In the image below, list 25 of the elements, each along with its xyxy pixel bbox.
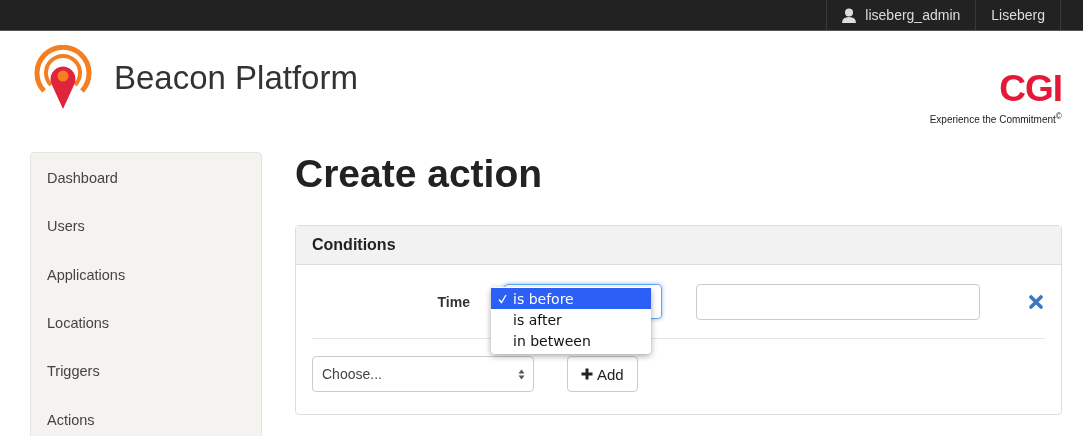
sidebar-item[interactable]: Triggers	[31, 354, 261, 403]
page-title: Create action	[295, 152, 544, 196]
sidebar-item[interactable]: Locations	[31, 306, 261, 355]
condition-label: Time	[436, 293, 470, 310]
user-menu[interactable]: liseberg_admin	[826, 0, 976, 30]
value-field[interactable]	[696, 283, 980, 320]
organization-menu[interactable]: Liseberg	[975, 0, 1061, 30]
panel-heading: Conditions	[296, 226, 1061, 265]
sidebar-item[interactable]: Users	[31, 209, 261, 258]
sidebar-item[interactable]: Dashboard	[31, 161, 261, 210]
dropdown-option[interactable]: is after	[491, 309, 651, 330]
dropdown-option[interactable]: is before	[491, 288, 651, 309]
logo-tagline: Experience the Commitment$^{©}$	[929, 111, 1062, 126]
sidebar-item[interactable]: Applications	[31, 257, 261, 306]
check-icon	[497, 293, 507, 304]
close-icon[interactable]	[1029, 294, 1043, 309]
add-button[interactable]: Add	[567, 356, 638, 392]
condition-select[interactable]: Choose...	[312, 356, 534, 392]
sidebar-item[interactable]: Actions	[31, 402, 261, 436]
brand-title: Beacon Platform	[114, 59, 358, 97]
dropdown-option[interactable]: in between	[491, 330, 651, 351]
user-icon	[842, 7, 857, 23]
partner-logo: CGI	[999, 71, 1062, 107]
plus-icon	[581, 368, 593, 380]
select-arrows-icon	[518, 368, 525, 380]
